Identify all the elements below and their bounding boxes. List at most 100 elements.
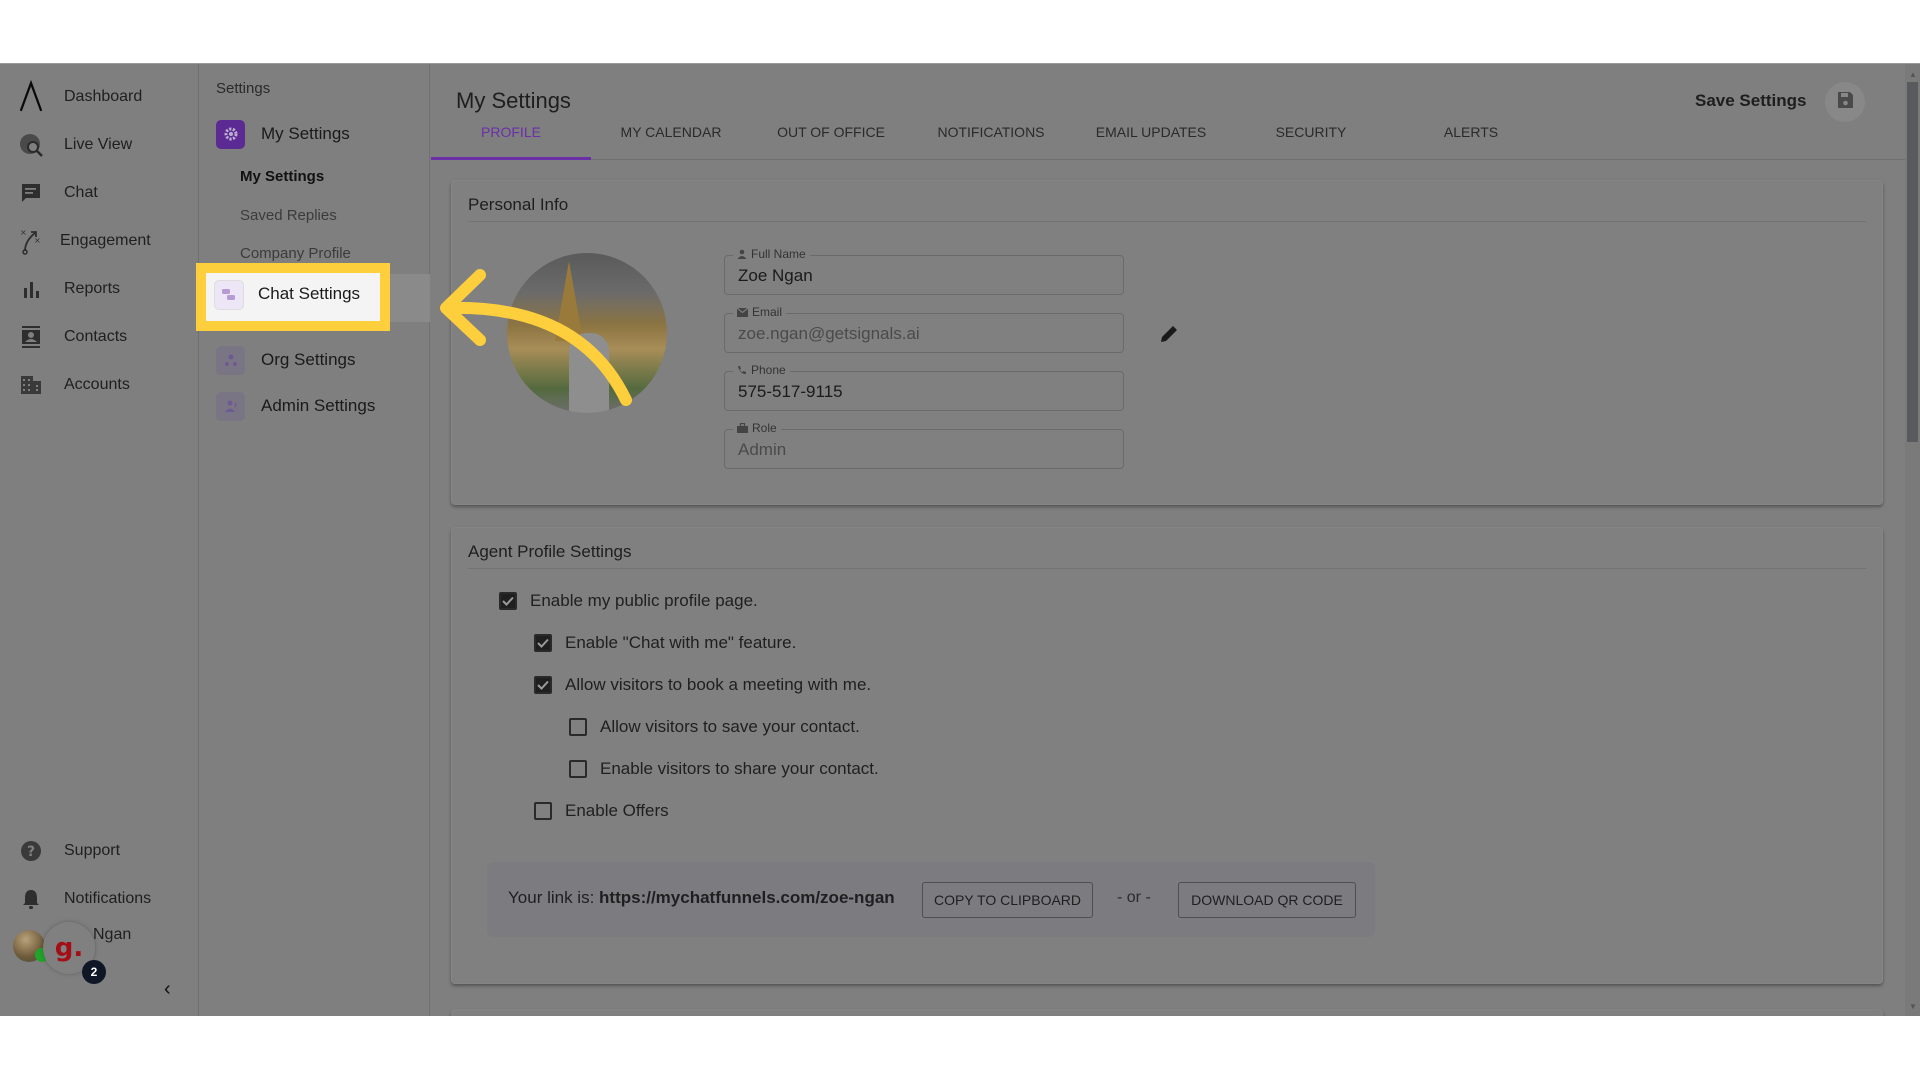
notification-badge: 2	[82, 960, 106, 984]
main-content: My Settings Save Settings PROFILE MY CAL…	[431, 64, 1905, 1016]
nav-label: Accounts	[64, 376, 130, 393]
mail-icon	[737, 307, 748, 317]
nav-item-dashboard[interactable]: Dashboard	[0, 77, 199, 117]
profile-photo[interactable]	[507, 253, 667, 413]
nav-label: Live View	[64, 136, 133, 153]
link-prefix: Your link is:	[508, 888, 600, 907]
nav-label: Contacts	[64, 328, 128, 345]
save-settings-label[interactable]: Save Settings	[1695, 91, 1807, 111]
option-label: Enable visitors to share your contact.	[600, 759, 879, 778]
tab-profile[interactable]: PROFILE	[431, 119, 591, 160]
full-name-input[interactable]	[738, 264, 1108, 288]
checkbox-unchecked[interactable]	[534, 802, 552, 820]
option-label: Allow visitors to book a meeting with me…	[565, 675, 872, 694]
checkbox-unchecked[interactable]	[569, 718, 587, 736]
bar-chart-icon	[18, 276, 44, 302]
chat-icon	[18, 180, 44, 206]
checkbox-unchecked[interactable]	[569, 760, 587, 778]
option-book-meeting[interactable]: Allow visitors to book a meeting with me…	[534, 675, 871, 695]
option-share-contact[interactable]: Enable visitors to share your contact.	[569, 759, 879, 779]
field-label-text: Full Name	[751, 247, 806, 261]
collapse-nav-button[interactable]: ‹	[164, 979, 178, 999]
nav-item-support[interactable]: ? Support	[0, 831, 199, 871]
agent-profile-card: Agent Profile Settings Enable my public …	[451, 527, 1883, 984]
settings-group-my-settings[interactable]: My Settings	[216, 116, 350, 152]
scroll-down-arrow-icon[interactable]: ▼	[1909, 1002, 1917, 1011]
tab-email-updates[interactable]: EMAIL UPDATES	[1071, 119, 1231, 160]
save-settings-button[interactable]	[1825, 82, 1865, 122]
photo-temple	[555, 261, 583, 341]
bell-icon	[18, 886, 44, 912]
admin-icon	[216, 391, 245, 421]
field-label: Email	[733, 305, 787, 319]
nav-item-notifications[interactable]: Notifications	[0, 879, 199, 919]
nav-label: Chat	[64, 184, 98, 201]
photo-person	[569, 333, 609, 413]
settings-group-admin-settings[interactable]: Admin Settings	[216, 388, 375, 424]
settings-group-org-settings[interactable]: Org Settings	[216, 342, 356, 378]
settings-group-label: Chat Settings	[258, 284, 361, 303]
settings-sub-saved-replies[interactable]: Saved Replies	[240, 207, 337, 224]
nav-item-reports[interactable]: Reports	[0, 269, 199, 309]
settings-group-label: My Settings	[261, 124, 350, 143]
email-input[interactable]	[738, 322, 1108, 346]
tab-out-of-office[interactable]: OUT OF OFFICE	[751, 119, 911, 160]
copy-to-clipboard-button[interactable]: COPY TO CLIPBOARD	[922, 882, 1093, 918]
option-enable-offers[interactable]: Enable Offers	[534, 801, 669, 821]
checkbox-checked[interactable]	[534, 634, 552, 652]
scroll-up-arrow-icon[interactable]: ▲	[1909, 70, 1917, 79]
tab-my-calendar[interactable]: MY CALENDAR	[591, 119, 751, 160]
nav-label: Notifications	[64, 890, 152, 907]
settings-sub-my-settings[interactable]: My Settings	[240, 168, 324, 185]
contact-card-icon	[18, 324, 44, 350]
help-icon: ?	[18, 838, 44, 864]
scrollbar-thumb[interactable]	[1907, 82, 1918, 442]
field-label-text: Phone	[751, 363, 786, 377]
tab-security[interactable]: SECURITY	[1231, 119, 1391, 160]
full-name-field[interactable]: Full Name	[724, 247, 1124, 295]
pencil-icon[interactable]	[1158, 323, 1180, 345]
tab-alerts[interactable]: ALERTS	[1391, 119, 1551, 160]
phone-field[interactable]: Phone	[724, 363, 1124, 411]
checkbox-checked[interactable]	[534, 676, 552, 694]
or-separator: - or -	[1117, 889, 1151, 906]
main-nav: Dashboard Live View Chat × × Engagement R…	[0, 64, 199, 1016]
option-save-contact[interactable]: Allow visitors to save your contact.	[569, 717, 860, 737]
nav-item-engagement[interactable]: × × Engagement	[0, 221, 199, 261]
settings-group-label: Admin Settings	[261, 396, 376, 415]
checkbox-checked[interactable]	[499, 592, 517, 610]
option-label: Enable Offers	[565, 801, 669, 820]
role-field: Role	[724, 421, 1124, 469]
field-label: Full Name	[733, 247, 810, 261]
globe-search-icon	[18, 132, 44, 158]
personal-info-card: Personal Info Full Name Email	[451, 180, 1883, 505]
nav-item-accounts[interactable]: Accounts	[0, 365, 199, 405]
next-settings-card	[451, 1009, 1883, 1016]
nav-label: Reports	[64, 280, 121, 297]
nav-item-live-view[interactable]: Live View	[0, 125, 199, 165]
settings-group-chat-settings[interactable]: Chat Settings	[196, 263, 390, 331]
option-label: Enable "Chat with me" feature.	[565, 633, 797, 652]
user-profile[interactable]: g. Ngan 2	[0, 922, 199, 984]
email-field[interactable]: Email	[724, 305, 1124, 353]
logo-icon	[18, 80, 44, 112]
download-qr-code-button[interactable]: DOWNLOAD QR CODE	[1178, 882, 1356, 918]
option-public-profile[interactable]: Enable my public profile page.	[499, 591, 758, 611]
vertical-scrollbar[interactable]: ▲ ▼	[1905, 64, 1920, 1016]
settings-heading: Settings	[216, 80, 271, 97]
user-name: Ngan	[93, 926, 132, 943]
page-title: My Settings	[456, 88, 571, 113]
nav-item-chat[interactable]: Chat	[0, 173, 199, 213]
nav-item-contacts[interactable]: Contacts	[0, 317, 199, 357]
option-chat-with-me[interactable]: Enable "Chat with me" feature.	[534, 633, 796, 653]
divider	[468, 221, 1866, 222]
tab-notifications[interactable]: NOTIFICATIONS	[911, 119, 1071, 160]
svg-text:×: ×	[20, 228, 27, 237]
settings-sub-company-profile[interactable]: Company Profile	[240, 245, 351, 262]
public-link-text: Your link is: https://mychatfunnels.com/…	[508, 888, 895, 908]
settings-group-label: Org Settings	[261, 350, 356, 369]
svg-text:?: ?	[27, 844, 35, 860]
field-label-text: Email	[752, 305, 783, 319]
public-link-url[interactable]: https://mychatfunnels.com/zoe-ngan	[599, 888, 895, 907]
phone-input[interactable]	[738, 380, 1108, 404]
